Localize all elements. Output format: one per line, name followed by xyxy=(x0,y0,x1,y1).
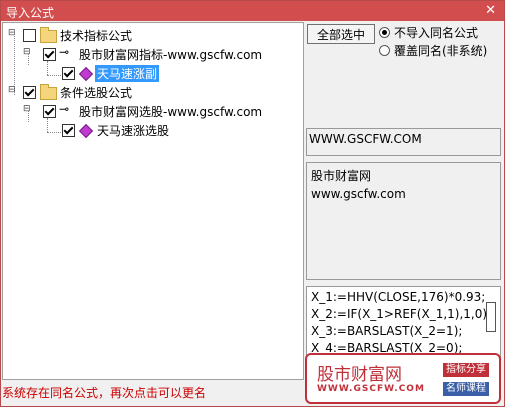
checkbox-condition-stock[interactable] xyxy=(23,86,36,99)
tree-node-tianma-fu[interactable]: 天马速涨副 xyxy=(3,64,301,82)
tree-node-label: 技术指标公式 xyxy=(60,29,133,43)
watermark-url: WWW.GSCFW.COM xyxy=(317,384,425,394)
tree-node-label: 天马速涨选股 xyxy=(97,124,170,138)
radio-no-import-same-name[interactable] xyxy=(379,27,390,38)
checkbox-gscfw-indicator[interactable] xyxy=(43,48,56,61)
dialog-title: 导入公式 xyxy=(6,6,55,20)
checkbox-tianma-fu[interactable] xyxy=(62,67,75,80)
radio-label-no-import[interactable]: 不导入同名公式 xyxy=(394,24,478,41)
code-scrollbar-thumb[interactable] xyxy=(486,302,496,332)
formula-tree[interactable]: ⊟ 技术指标公式 ⊟ ⊸ 股市财富网指标-www.gscfw.com 天马速涨副… xyxy=(2,22,304,380)
tree-node-label: 条件选股公式 xyxy=(60,86,133,100)
select-all-button[interactable]: 全部选中 xyxy=(307,24,375,44)
description-line: 股市财富网 xyxy=(311,169,372,183)
watermark-brand: 股市财富网 xyxy=(317,365,402,385)
tree-node-technical-indicators[interactable]: ⊟ 技术指标公式 xyxy=(3,26,301,43)
tree-node-condition-stock[interactable]: ⊟ 条件选股公式 xyxy=(3,83,301,100)
collapse-icon[interactable]: ⊟ xyxy=(8,85,16,95)
radio-label-overwrite[interactable]: 覆盖同名(非系统) xyxy=(394,42,487,59)
tree-node-label: 股市财富网选股-www.gscfw.com xyxy=(79,105,263,119)
collapse-icon[interactable]: ⊟ xyxy=(23,104,31,114)
code-line: X_2:=IF(X_1>REF(X_1,1),1,0); xyxy=(311,307,492,321)
watermark-tag: 指标分享 xyxy=(443,363,489,377)
tree-node-tianma-stock[interactable]: 天马速涨选股 xyxy=(3,121,301,139)
description-line: www.gscfw.com xyxy=(311,187,406,201)
checkbox-technical-indicators[interactable] xyxy=(23,29,36,42)
key-icon: ⊸ xyxy=(59,102,70,116)
tree-node-label: 股市财富网指标-www.gscfw.com xyxy=(79,48,263,62)
radio-overwrite-same-name[interactable] xyxy=(379,45,390,56)
code-line: X_1:=HHV(CLOSE,176)*0.93; xyxy=(311,290,486,304)
code-line: X_3:=BARSLAST(X_2=1); xyxy=(311,324,463,338)
collapse-icon[interactable]: ⊟ xyxy=(8,28,16,38)
tree-node-label-selected: 天马速涨副 xyxy=(95,65,160,82)
watermark-tag: 名师课程 xyxy=(443,382,489,396)
formula-icon xyxy=(78,66,94,82)
site-watermark-logo: 股市财富网 WWW.GSCFW.COM 指标分享 名师课程 xyxy=(305,353,501,404)
formula-icon xyxy=(78,123,94,139)
tree-node-gscfw-stock[interactable]: ⊟ ⊸ 股市财富网选股-www.gscfw.com xyxy=(3,102,301,119)
key-icon: ⊸ xyxy=(59,45,70,59)
checkbox-gscfw-stock[interactable] xyxy=(43,105,56,118)
collapse-icon[interactable]: ⊟ xyxy=(23,47,31,57)
formula-url-box: WWW.GSCFW.COM xyxy=(306,128,501,156)
formula-description-box: 股市财富网 www.gscfw.com xyxy=(306,162,501,280)
folder-icon xyxy=(40,27,57,43)
checkbox-tianma-stock[interactable] xyxy=(62,124,75,137)
status-message: 系统存在同名公式，再次点击可以更名 xyxy=(2,386,207,400)
close-icon[interactable]: ✕ xyxy=(485,3,496,18)
title-bar[interactable]: 导入公式 ✕ xyxy=(1,1,504,21)
formula-url: WWW.GSCFW.COM xyxy=(309,132,422,146)
tree-node-gscfw-indicator[interactable]: ⊟ ⊸ 股市财富网指标-www.gscfw.com xyxy=(3,45,301,62)
folder-icon xyxy=(40,84,57,100)
